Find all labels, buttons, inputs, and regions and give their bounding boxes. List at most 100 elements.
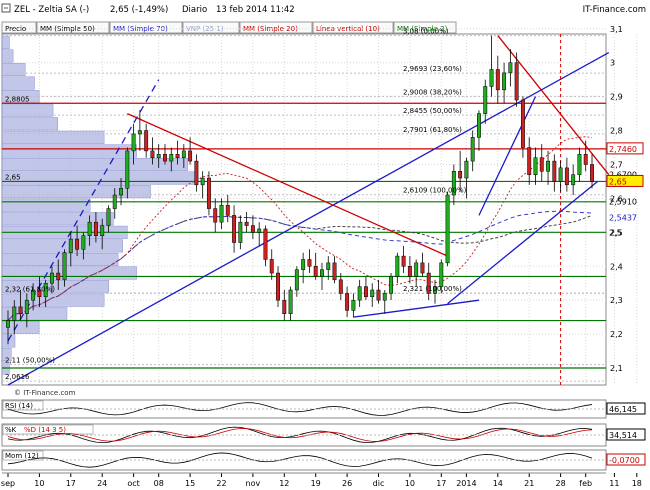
candle-body	[564, 167, 569, 186]
candle-body	[345, 293, 350, 311]
candle-body	[483, 86, 488, 114]
candle-body	[119, 187, 123, 196]
candle-body	[150, 150, 155, 158]
y-tick-label: 2,3	[610, 296, 623, 305]
x-tick-label: 12	[279, 479, 289, 488]
candle-body	[238, 221, 243, 243]
x-tick-label: 26	[342, 479, 352, 488]
candle-body	[56, 272, 61, 281]
candle-body	[269, 259, 274, 274]
y-tick-label: 3	[610, 59, 615, 68]
volume-profile-bar	[1, 103, 54, 117]
candle-body	[470, 137, 475, 162]
volume-profile-bar	[1, 49, 14, 63]
candle-body	[18, 306, 23, 315]
candle-body	[225, 204, 230, 216]
candle-body	[527, 147, 532, 175]
fib-level-label: 2,7901 (61,80%)	[403, 126, 462, 134]
datetime: 13 feb 2014 11:42	[216, 5, 295, 15]
candle-body	[301, 259, 306, 270]
price-label: 2,5910	[609, 197, 637, 206]
candle-body	[539, 157, 544, 172]
candle-body	[495, 69, 500, 91]
left-level-label: 2,8805	[5, 95, 30, 103]
y-tick-label: 2,4	[610, 262, 623, 271]
legend-item-label: Línea vertical (10)	[316, 25, 380, 33]
candle-body	[163, 154, 167, 162]
x-tick-label: 22	[216, 479, 226, 488]
stock-chart: ZEL - Zeltia SA (-) 2,65 (-1,49%) Diario 13…	[0, 0, 650, 488]
fib-level-label: 3,08 (0,00%)	[403, 28, 449, 36]
candle-body	[50, 272, 54, 284]
candle-body	[206, 177, 211, 209]
candle-body	[219, 204, 224, 223]
x-tick-label: 24	[97, 479, 107, 488]
candle-body	[200, 177, 205, 186]
header-bar	[0, 0, 650, 20]
x-tick-label: 08	[154, 479, 164, 488]
indicator-name: %K	[5, 426, 17, 434]
fib-level-label: 2,6109 (100,00%)	[403, 187, 467, 195]
indicator-value: 46,145	[609, 405, 637, 414]
candle-body	[213, 208, 218, 223]
candle-body	[401, 255, 406, 267]
candle-body	[169, 154, 174, 162]
candle-body	[382, 293, 387, 301]
volume-profile-bar	[1, 35, 10, 49]
candle-body	[489, 69, 494, 87]
candle-body	[125, 150, 130, 189]
volume-profile-bar	[1, 307, 68, 321]
candle-body	[363, 286, 368, 298]
volume-profile-bar	[1, 130, 105, 144]
price-change: 2,65 (-1,49%)	[110, 5, 168, 15]
candle-body	[552, 160, 557, 182]
candle-body	[332, 262, 337, 281]
candle-body	[307, 259, 312, 267]
x-tick-label: oct	[127, 479, 139, 488]
volume-profile-bar	[1, 293, 105, 307]
fib-level-label: 2,9693 (23,60%)	[403, 65, 462, 73]
candle-body	[583, 154, 588, 165]
y-tick-label: 2,7	[610, 160, 623, 169]
candle-body	[144, 130, 149, 152]
x-tick-label: 28	[556, 479, 566, 488]
candle-body	[477, 113, 481, 138]
candle-body	[464, 160, 469, 179]
x-tick-label: 15	[185, 479, 195, 488]
candle-body	[389, 276, 394, 294]
candle-body	[508, 62, 513, 74]
y-tick-label: 2,2	[610, 330, 623, 339]
candle-body	[571, 174, 576, 186]
fib-level-label: 2,321 (100,00%)	[403, 285, 462, 293]
price-label: 2,5437	[609, 214, 637, 223]
x-tick-label: 10	[34, 479, 44, 488]
x-tick-label: 14	[493, 479, 503, 488]
candle-body	[75, 238, 80, 250]
candle-body	[6, 320, 10, 328]
candle-body	[194, 160, 199, 186]
candle-body	[520, 99, 525, 148]
candle-body	[420, 262, 425, 274]
x-tick-label: 18	[632, 479, 642, 488]
y-tick-label: 2,9	[610, 93, 623, 102]
volume-profile-bar	[1, 157, 188, 172]
candle-body	[263, 228, 268, 260]
volume-profile-bar	[1, 62, 26, 77]
candle-body	[244, 221, 249, 226]
candle-body	[106, 208, 111, 226]
fib-level-label: 2,0616	[5, 373, 30, 381]
candle-body	[338, 279, 343, 294]
indicator-name-secondary: %D (14 3 5)	[24, 426, 66, 434]
price-label: 2,5	[609, 228, 622, 237]
candle-body	[100, 225, 105, 236]
candle-body	[156, 154, 161, 158]
candle-body	[93, 221, 98, 236]
candle-body	[351, 299, 356, 311]
candle-body	[137, 130, 142, 135]
price-label: 2,65	[609, 177, 627, 186]
y-tick-label: 3,1	[610, 25, 623, 34]
candle-body	[458, 171, 463, 179]
candle-body	[558, 167, 563, 182]
left-level-label: 2,65	[5, 173, 21, 181]
candle-body	[533, 157, 538, 175]
